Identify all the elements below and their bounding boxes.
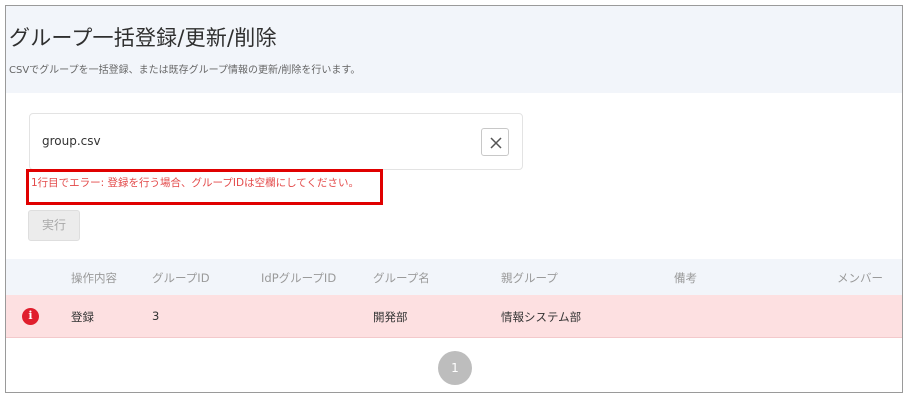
pagination-page-button[interactable]: 1 (438, 351, 472, 385)
app-frame: グループ一括登録/更新/削除 CSVでグループを一括登録、または既存グループ情報… (5, 5, 903, 393)
page-title: グループ一括登録/更新/削除 (9, 26, 277, 50)
column-header-note: 備考 (674, 271, 697, 285)
column-header-members: メンバー (837, 271, 883, 285)
cell-operation: 登録 (71, 310, 94, 324)
cell-parent-group: 情報システム部 (501, 310, 582, 324)
column-header-operation: 操作内容 (71, 271, 117, 285)
uploaded-filename: group.csv (42, 134, 101, 148)
error-message: 1行目でエラー: 登録を行う場合、グループIDは空欄にしてください。 (31, 177, 359, 189)
error-highlight: 1行目でエラー: 登録を行う場合、グループIDは空欄にしてください。 (26, 169, 383, 205)
column-header-idp-group-id: IdPグループID (261, 271, 337, 285)
table-header: 操作内容 グループID IdPグループID グループ名 親グループ 備考 メンバ… (6, 259, 902, 295)
execute-button[interactable]: 実行 (28, 210, 80, 241)
table-row: i 登録 3 開発部 情報システム部 (6, 295, 902, 338)
close-icon (490, 137, 502, 149)
cell-group-name: 開発部 (373, 310, 408, 324)
page-header: グループ一括登録/更新/削除 CSVでグループを一括登録、または既存グループ情報… (6, 6, 902, 93)
page-subtitle: CSVでグループを一括登録、または既存グループ情報の更新/削除を行います。 (9, 65, 361, 76)
file-upload-box[interactable]: group.csv (29, 113, 523, 170)
column-header-group-name: グループ名 (373, 271, 430, 285)
column-header-group-id: グループID (152, 271, 210, 285)
cell-group-id: 3 (152, 309, 160, 323)
clear-file-button[interactable] (481, 128, 509, 156)
column-header-parent-group: 親グループ (501, 271, 558, 285)
error-icon: i (22, 308, 39, 325)
